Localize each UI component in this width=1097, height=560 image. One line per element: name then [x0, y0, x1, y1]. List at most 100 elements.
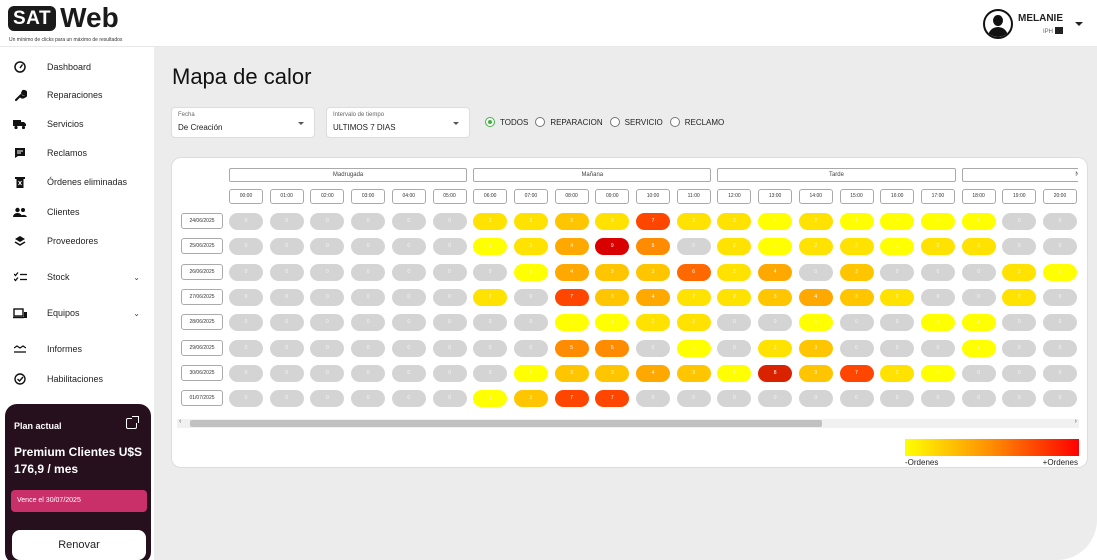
date-label: 25/06/2025: [181, 238, 223, 255]
heatmap-cell: 1: [880, 238, 915, 256]
heatmap-cell: 0: [229, 263, 263, 281]
sidebar-item-stock[interactable]: Stock ⌄: [0, 263, 154, 291]
heatmap-cell: 2: [1002, 288, 1037, 306]
heatmap-cell: 2: [880, 364, 915, 382]
heatmap-cell: 7: [839, 364, 874, 382]
avatar-icon: [983, 9, 1013, 39]
heatmap-cell: 0: [758, 314, 793, 332]
heatmap-cell: 0: [229, 339, 263, 357]
sidebar-item-equipos[interactable]: Equipos ⌄: [0, 299, 154, 327]
sidebar-item-habilitaciones[interactable]: Habilitaciones: [0, 365, 154, 393]
heatmap-cell: 0: [269, 288, 304, 306]
trash-icon: [13, 175, 27, 189]
heatmap-cell: 0: [880, 390, 915, 408]
heatmap-cell: 3: [513, 390, 548, 408]
heatmap-cell: 4: [798, 288, 833, 306]
heatmap-cell: 0: [1043, 238, 1077, 256]
heatmap-cell: 0: [1043, 364, 1077, 382]
heatmap-cell: 0: [310, 314, 345, 332]
hour-header: 16:00: [880, 189, 915, 204]
sidebar-item-proveedores[interactable]: Proveedores: [0, 227, 154, 255]
radio-label: RECLAMO: [684, 117, 725, 127]
sidebar-item-servicios[interactable]: Servicios: [0, 110, 154, 138]
sidebar-item-reclamos[interactable]: Reclamos: [0, 139, 154, 167]
heatmap-cell: 0: [269, 314, 304, 332]
heatmap-cell: 0: [391, 238, 426, 256]
radio-dot-icon: [669, 117, 680, 127]
plan-card: Plan actual Premium Clientes U$S 176,9 /…: [5, 404, 151, 560]
heatmap-card: MadrugadaMañanaTardeNoc00:0001:0002:0003…: [171, 157, 1088, 468]
sidebar-item-dashboard[interactable]: Dashboard: [0, 53, 154, 81]
radio-reclamo[interactable]: RECLAMO: [669, 117, 725, 127]
heatmap-cell: 0: [636, 390, 670, 408]
heatmap-grid: MadrugadaMañanaTardeNoc00:0001:0002:0003…: [172, 158, 1078, 423]
heatmap-cell: 1: [513, 364, 548, 382]
chevron-down-icon[interactable]: ⌄: [133, 309, 140, 318]
heatmap-cell: 1: [961, 339, 996, 357]
radio-dot-icon: [609, 117, 620, 127]
chevron-down-icon: [453, 122, 459, 125]
user-name: MELANIE: [1018, 13, 1063, 24]
heatmap-cell: 2: [676, 314, 711, 332]
heatmap-cell: 0: [717, 390, 752, 408]
heatmap-cell: 2: [880, 288, 915, 306]
external-link-icon[interactable]: [126, 416, 139, 429]
period-header: Mañana: [473, 168, 712, 182]
chevron-down-icon[interactable]: [1075, 22, 1083, 26]
chevron-down-icon[interactable]: ⌄: [133, 273, 140, 282]
heatmap-cell: 0: [1043, 213, 1077, 230]
heatmap-cell: 0: [351, 263, 386, 281]
sidebar-item-label: Informes: [47, 344, 83, 354]
devices-icon: [13, 306, 27, 320]
scrollbar-thumb[interactable]: [190, 420, 822, 427]
heatmap-cell: 0: [473, 339, 508, 357]
heatmap-cell: 0: [310, 364, 345, 382]
heatmap-cell: 0: [229, 213, 263, 230]
heatmap-cell: 0: [432, 339, 467, 357]
heatmap-cell: 5: [595, 339, 630, 357]
scroll-right-icon[interactable]: ›: [1075, 418, 1077, 425]
heatmap-cell: 0: [839, 390, 874, 408]
radio-todos[interactable]: TODOS: [485, 117, 528, 127]
sidebar-item-reparaciones[interactable]: Reparaciones: [0, 81, 154, 109]
sidebar-item-clientes[interactable]: Clientes: [0, 198, 154, 226]
intervalo-select[interactable]: Intervalo de tiempo ULTIMOS 7 DIAS: [326, 107, 470, 138]
user-info: MELANIE IPH: [1018, 13, 1063, 35]
hour-header: 15:00: [839, 189, 874, 204]
sidebar-item-label: Servicios: [47, 119, 84, 129]
radio-servicio[interactable]: SERVICIO: [609, 117, 663, 127]
horizontal-scrollbar[interactable]: ‹ ›: [177, 418, 1079, 428]
heatmap-cell: 1: [839, 213, 874, 230]
heatmap-cell: 2: [798, 213, 833, 230]
hour-header: 12:00: [717, 189, 752, 204]
heatmap-cell: 0: [351, 364, 386, 382]
user-menu[interactable]: MELANIE IPH: [983, 9, 1083, 39]
heatmap-cell: 8: [758, 364, 793, 382]
sidebar-item-ordenes-eliminadas[interactable]: Órdenes eliminadas: [0, 168, 154, 196]
renew-button[interactable]: Renovar: [12, 530, 146, 560]
heatmap-cell: 0: [920, 288, 955, 306]
heatmap-cell: 0: [880, 263, 915, 281]
heatmap-cell: 0: [920, 339, 955, 357]
heatmap-cell: 0: [758, 390, 793, 408]
type-radio-group: TODOS REPARACION SERVICIO RECLAMO: [485, 117, 731, 127]
radio-dot-icon: [535, 117, 546, 127]
heatmap-cell: 1: [758, 213, 793, 230]
logo-sat: SAT: [8, 6, 57, 31]
heatmap-cell: 0: [1002, 364, 1037, 382]
heatmap-cell: 0: [961, 364, 996, 382]
app-logo[interactable]: SAT Web Un mínimo de clicks para un máxim…: [8, 4, 122, 43]
heatmap-cell: 2: [1002, 263, 1037, 281]
fecha-select[interactable]: Fecha De Creación: [171, 107, 315, 138]
scroll-left-icon[interactable]: ‹: [179, 418, 181, 425]
heatmap-cell: 0: [229, 288, 263, 306]
hour-header: 18:00: [961, 189, 996, 204]
heatmap-cell: 3: [595, 263, 630, 281]
heatmap-cell: 3: [839, 288, 874, 306]
sidebar-item-informes[interactable]: Informes: [0, 335, 154, 363]
heatmap-cell: 0: [1043, 288, 1077, 306]
heatmap-cell: 5: [554, 339, 589, 357]
top-bar: SAT Web Un mínimo de clicks para un máxim…: [0, 0, 1097, 47]
radio-reparacion[interactable]: REPARACION: [535, 117, 603, 127]
heatmap-cell: 0: [432, 390, 467, 408]
